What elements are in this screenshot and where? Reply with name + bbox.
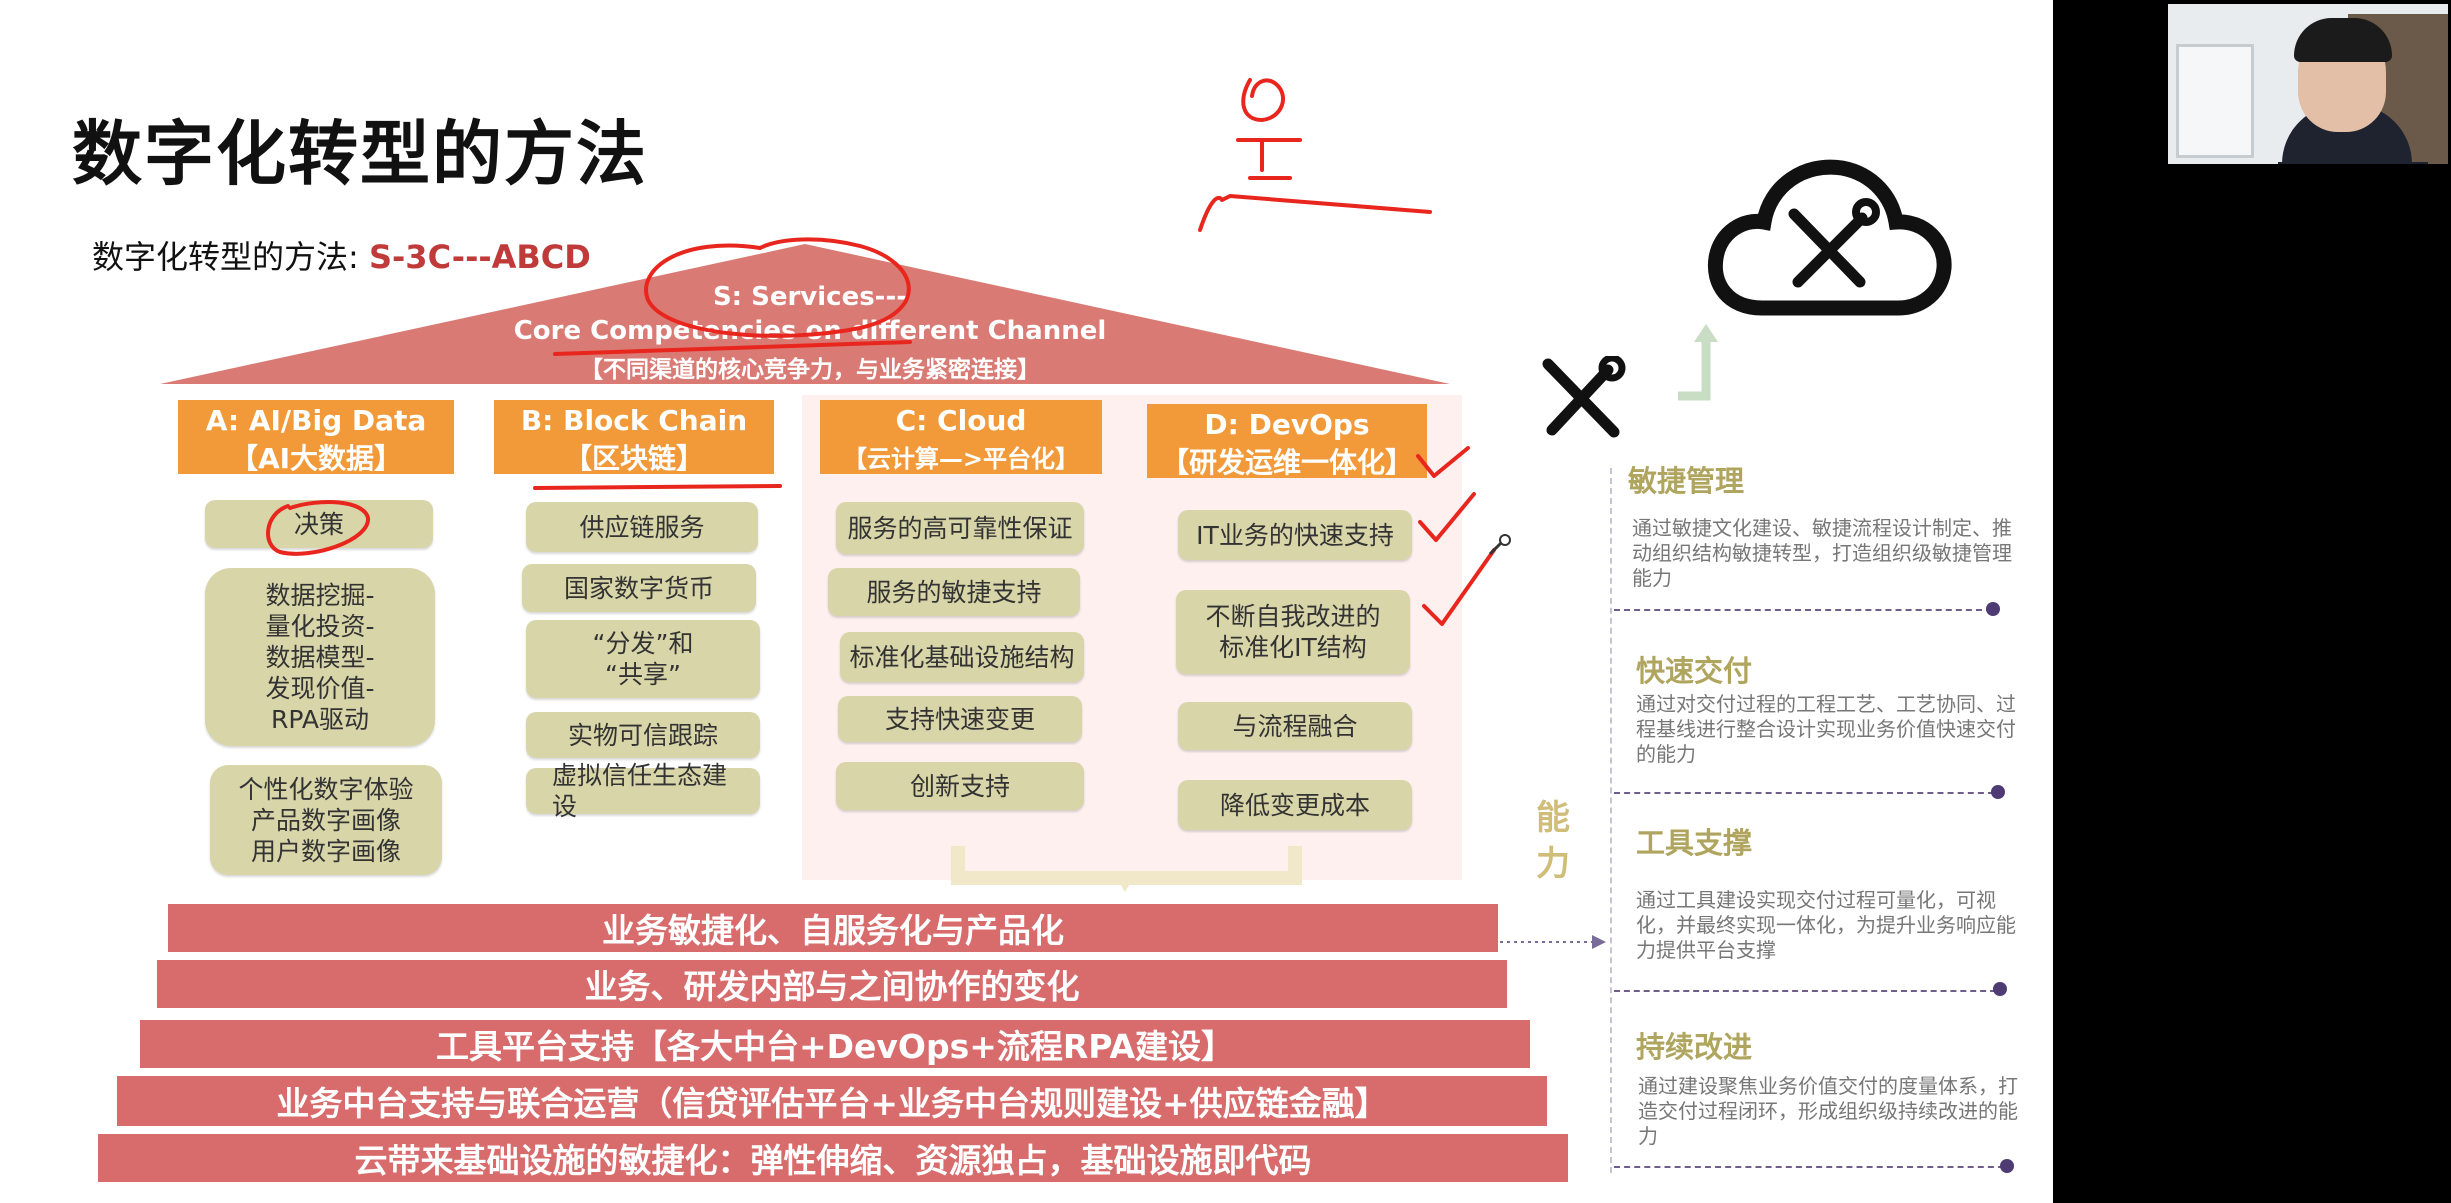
circle-annotation — [266, 500, 370, 556]
annotation-layer — [266, 78, 1511, 626]
handwriting-scribble — [1236, 138, 1302, 180]
circle-annotation — [644, 237, 911, 338]
webcam-window — [2176, 44, 2254, 158]
pen-cursor-icon — [1488, 534, 1511, 556]
presentation-slide: 数字化转型的方法 数字化转型的方法: S-3C---ABCD S: Servic… — [0, 0, 2053, 1203]
handwriting-scribble — [1241, 78, 1285, 122]
underline-annotation — [553, 340, 912, 356]
webcam-video-thumbnail[interactable] — [2168, 4, 2448, 164]
checkmark-icon — [1422, 548, 1496, 626]
handwriting-underline — [1198, 194, 1432, 232]
checkmark-icon — [1416, 446, 1470, 478]
underline-annotation — [533, 484, 782, 490]
checkmark-icon — [1418, 492, 1476, 542]
